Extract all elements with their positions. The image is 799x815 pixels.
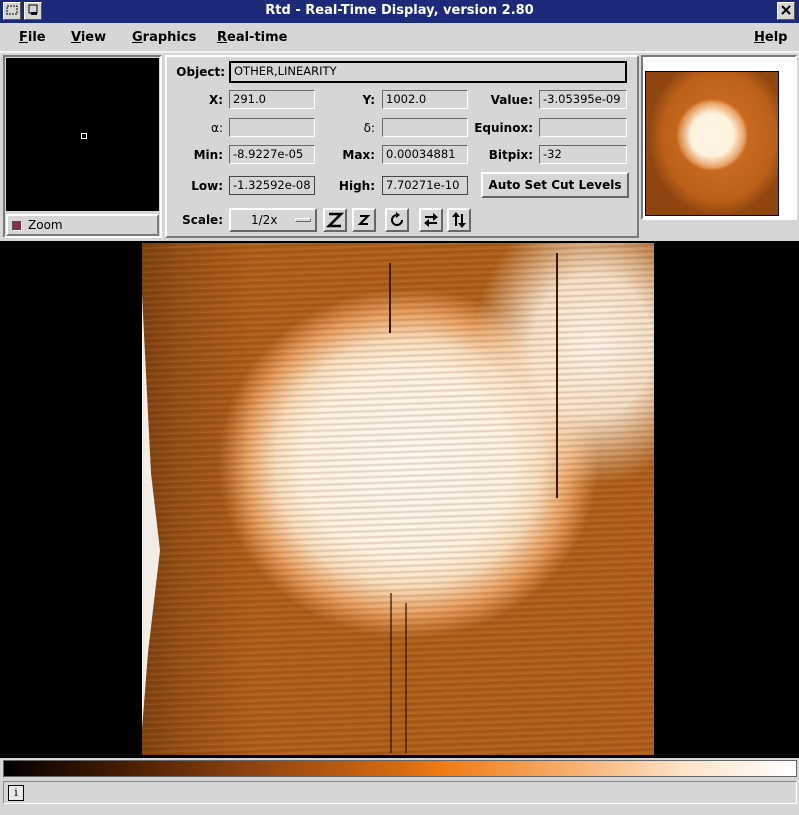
equinox-field[interactable] [539,118,627,137]
close-icon [781,5,791,15]
zoom-toggle[interactable]: Zoom [6,214,159,236]
alpha-label: α: [211,121,223,135]
object-field[interactable]: OTHER,LINEARITY [229,61,627,83]
bitpix-field[interactable]: -32 [539,145,627,164]
high-label: High: [338,179,375,193]
close-button[interactable] [777,2,795,20]
image-column-defect-2 [556,253,558,498]
scale-value: 1/2x [251,213,278,227]
y-field[interactable]: 1002.0 [382,90,468,109]
info-icon: i [8,785,24,801]
zoom-label: Zoom [28,218,63,232]
alpha-field[interactable] [229,118,315,137]
image-display[interactable] [0,241,799,758]
window-title: Rtd - Real-Time Display, version 2.80 [265,3,534,18]
zoom-panel: Zoom [3,55,162,238]
panner-vignette [646,72,778,215]
image-column-defect-4 [405,603,407,753]
zoom-out-button[interactable] [352,208,376,232]
colorbar[interactable] [3,760,797,777]
auto-set-cut-levels-button[interactable]: Auto Set Cut Levels [481,172,629,198]
menu-bar: File View Graphics Real-time Help [0,23,799,53]
flip-x-button[interactable] [419,208,443,232]
menu-realtime[interactable]: Real-time [217,30,288,45]
delta-field[interactable] [382,118,468,137]
zoom-checkbox[interactable] [12,221,22,231]
option-menu-indicator-icon [295,218,311,222]
flip-x-icon [424,213,438,227]
y-label: Y: [362,93,375,107]
status-bar: i [3,781,797,804]
low-field[interactable]: -1.32592e-08 [229,176,315,195]
flip-y-icon [452,212,466,228]
fits-image[interactable] [142,243,654,755]
value-label: Value: [490,93,533,107]
panner[interactable] [641,55,797,220]
equinox-label: Equinox: [474,121,533,135]
zoom-out-icon [357,215,371,225]
bitpix-label: Bitpix: [488,148,533,162]
colorbar-gradient [4,761,796,776]
zoom-view[interactable] [6,58,159,211]
max-field[interactable]: 0.00034881 [382,145,468,164]
panner-thumbnail [645,71,779,216]
image-column-defect [389,263,391,333]
image-streaks [142,243,654,755]
menu-graphics[interactable]: Graphics [132,30,196,45]
zoom-in-button[interactable] [323,208,347,232]
high-field[interactable]: 7.70271e-10 [382,176,468,195]
scale-label: Scale: [182,213,223,227]
x-label: X: [208,93,223,107]
delta-label: δ: [363,121,375,135]
menu-help[interactable]: Help [754,30,787,45]
scale-menu-button[interactable]: 1/2x [229,208,317,232]
menu-file[interactable]: File [19,30,46,45]
zoom-in-icon [326,212,344,228]
rotate-icon [391,212,403,226]
rotate-button[interactable] [385,208,409,232]
zoom-cursor [81,133,87,139]
menu-view[interactable]: View [71,30,106,45]
object-label: Object: [176,65,225,79]
title-bar: Rtd - Real-Time Display, version 2.80 [0,0,799,23]
min-label: Min: [193,148,223,162]
x-field[interactable]: 291.0 [229,90,315,109]
image-column-defect-3 [390,593,392,753]
max-label: Max: [342,148,375,162]
flip-y-button[interactable] [447,208,471,232]
value-field[interactable]: -3.05395e-09 [539,90,627,109]
low-label: Low: [191,179,223,193]
min-field[interactable]: -8.9227e-05 [229,145,315,164]
